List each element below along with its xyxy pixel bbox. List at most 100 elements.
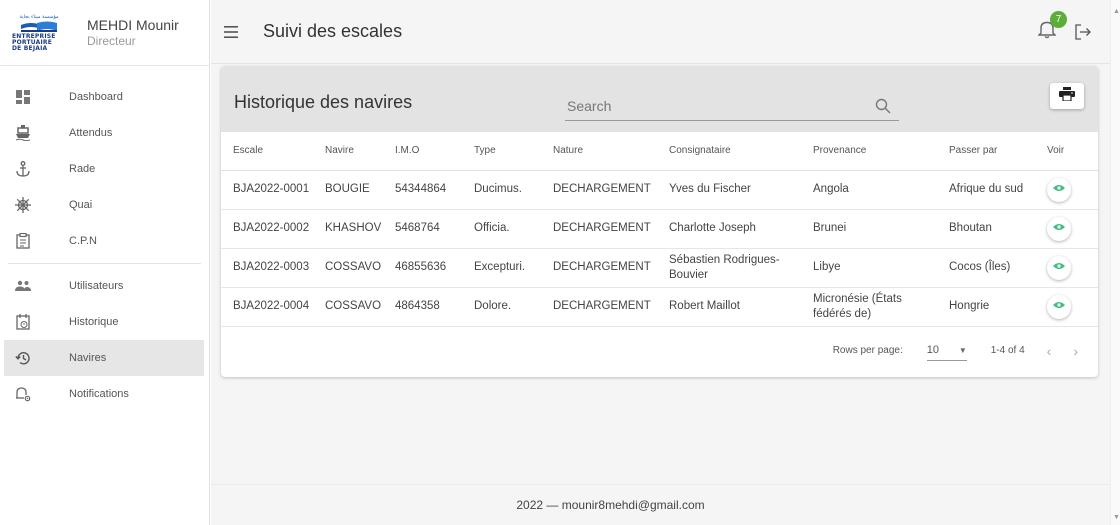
sidebar-item-label: Navires	[69, 352, 107, 364]
sidebar-item-label: Attendus	[69, 127, 113, 139]
column-header-imo[interactable]: I.M.O	[383, 132, 462, 171]
cell-navire: COSSAVO	[313, 287, 383, 327]
eye-icon	[1053, 260, 1065, 275]
cell-type: Ducimus.	[462, 170, 541, 210]
cell-escale: BJA2022-0003	[221, 248, 313, 288]
cell-imo: 4864358	[383, 287, 462, 327]
cell-voir	[1035, 287, 1098, 327]
sidebar-item-label: Historique	[69, 316, 119, 328]
cell-type: Dolore.	[462, 287, 541, 327]
card-title: Historique des navires	[234, 92, 413, 112]
cell-escale: BJA2022-0004	[221, 287, 313, 327]
nav-divider	[8, 263, 201, 264]
sidebar-item-historique[interactable]: Historique	[0, 304, 203, 340]
sidebar-item-quai[interactable]: Quai	[0, 187, 203, 223]
view-button[interactable]	[1047, 294, 1071, 319]
calendar-history-icon	[13, 312, 33, 332]
hamburger-menu-icon[interactable]	[223, 24, 239, 40]
cell-passer-par: Afrique du sud	[937, 170, 1035, 210]
column-header-type[interactable]: Type	[462, 132, 541, 171]
table-row: BJA2022-0002 KHASHOV 5468764 Officia. DE…	[221, 209, 1098, 249]
anchor-icon	[13, 159, 33, 179]
sidebar-item-label: C.P.N	[69, 235, 97, 247]
table-row: BJA2022-0001 BOUGIE 54344864 Ducimus. DE…	[221, 170, 1098, 210]
main-content: Historique des navires Escale Navire I.M…	[211, 64, 1110, 484]
page-footer: 2022 — mounir8mehdi@gmail.com	[211, 484, 1110, 525]
column-header-escale[interactable]: Escale	[221, 132, 313, 171]
ship-icon	[13, 123, 33, 143]
sidebar-item-label: Quai	[69, 199, 93, 211]
logout-icon[interactable]	[1074, 23, 1092, 41]
eye-icon	[1053, 182, 1065, 197]
cell-provenance: Micronésie (États fédérés de)	[801, 287, 937, 327]
dashboard-icon	[13, 87, 33, 107]
cell-imo: 5468764	[383, 209, 462, 249]
cell-voir	[1035, 248, 1098, 288]
sidebar-item-label: Notifications	[69, 388, 129, 400]
rows-per-page-select[interactable]: 10 ▼	[926, 341, 967, 361]
view-button[interactable]	[1047, 255, 1071, 280]
scroll-up-arrow[interactable]: ▲	[1113, 8, 1120, 15]
cell-passer-par: Bhoutan	[937, 209, 1035, 249]
top-bar: Suivi des escales 7	[211, 0, 1120, 64]
page-title: Suivi des escales	[263, 21, 403, 41]
column-header-nature[interactable]: Nature	[541, 132, 657, 171]
sidebar-item-attendus[interactable]: Attendus	[0, 115, 203, 151]
cell-consignataire: Robert Maillot	[657, 287, 801, 327]
chevron-down-icon: ▼	[958, 345, 967, 355]
scroll-down-arrow[interactable]: ▼	[1113, 514, 1120, 521]
sidebar-item-rade[interactable]: Rade	[0, 151, 203, 187]
sidebar-item-dashboard[interactable]: Dashboard	[0, 79, 203, 115]
print-button[interactable]	[1050, 83, 1084, 109]
users-icon	[13, 276, 33, 296]
cell-escale: BJA2022-0002	[221, 209, 313, 249]
view-button[interactable]	[1047, 216, 1071, 241]
profile-header: مؤسسة ميناء بجاية ENTREPRISE PORTUAIRE D…	[0, 0, 209, 66]
column-header-passer-par[interactable]: Passer par	[937, 132, 1035, 171]
sidebar: مؤسسة ميناء بجاية ENTREPRISE PORTUAIRE D…	[0, 0, 210, 525]
notifications-button[interactable]: 7	[1036, 10, 1067, 43]
column-header-consignataire[interactable]: Consignataire	[657, 132, 801, 171]
user-info: MEHDI Mounir Directeur	[87, 17, 179, 48]
cell-provenance: Libye	[801, 248, 937, 288]
page-scrollbar[interactable]: ▲ ▼	[1110, 0, 1120, 525]
cell-nature: DECHARGEMENT	[541, 248, 657, 288]
sidebar-item-navires[interactable]: Navires	[4, 340, 204, 376]
cell-type: Officia.	[462, 209, 541, 249]
eye-icon	[1053, 299, 1065, 314]
bell-settings-icon	[13, 384, 33, 404]
eye-icon	[1053, 221, 1065, 236]
next-page-button[interactable]: ›	[1073, 343, 1078, 359]
cell-navire: BOUGIE	[313, 170, 383, 210]
cell-imo: 54344864	[383, 170, 462, 210]
ships-history-card: Historique des navires Escale Navire I.M…	[221, 66, 1098, 377]
table-pagination: Rows per page: 10 ▼ 1-4 of 4 ‹ ›	[221, 327, 1098, 375]
column-header-voir: Voir	[1035, 132, 1098, 171]
sidebar-item-label: Rade	[69, 163, 96, 175]
cell-provenance: Brunei	[801, 209, 937, 249]
sidebar-item-utilisateurs[interactable]: Utilisateurs	[0, 268, 203, 304]
sidebar-item-cpn[interactable]: C.P.N	[0, 223, 203, 259]
printer-icon	[1059, 86, 1075, 106]
cell-voir	[1035, 209, 1098, 249]
cell-voir	[1035, 170, 1098, 210]
rows-per-page-label: Rows per page:	[832, 345, 903, 356]
search-icon[interactable]	[875, 98, 891, 114]
column-header-provenance[interactable]: Provenance	[801, 132, 937, 171]
previous-page-button[interactable]: ‹	[1047, 343, 1052, 359]
cell-type: Excepturi.	[462, 248, 541, 288]
search-input[interactable]	[565, 97, 855, 114]
cell-navire: KHASHOV	[313, 209, 383, 249]
view-button[interactable]	[1047, 177, 1071, 202]
company-logo: مؤسسة ميناء بجاية ENTREPRISE PORTUAIRE D…	[12, 9, 66, 57]
table-row: BJA2022-0003 COSSAVO 46855636 Excepturi.…	[221, 248, 1098, 288]
user-name: MEHDI Mounir	[87, 17, 179, 33]
sidebar-item-notifications[interactable]: Notifications	[0, 376, 203, 412]
card-header: Historique des navires	[221, 66, 1098, 132]
cell-nature: DECHARGEMENT	[541, 170, 657, 210]
ship-wheel-icon	[13, 195, 33, 215]
table-header-row: Escale Navire I.M.O Type Nature Consigna…	[221, 132, 1098, 171]
cell-consignataire: Sébastien Rodrigues-Bouvier	[657, 248, 801, 288]
cell-consignataire: Yves du Fischer	[657, 170, 801, 210]
column-header-navire[interactable]: Navire	[313, 132, 383, 171]
